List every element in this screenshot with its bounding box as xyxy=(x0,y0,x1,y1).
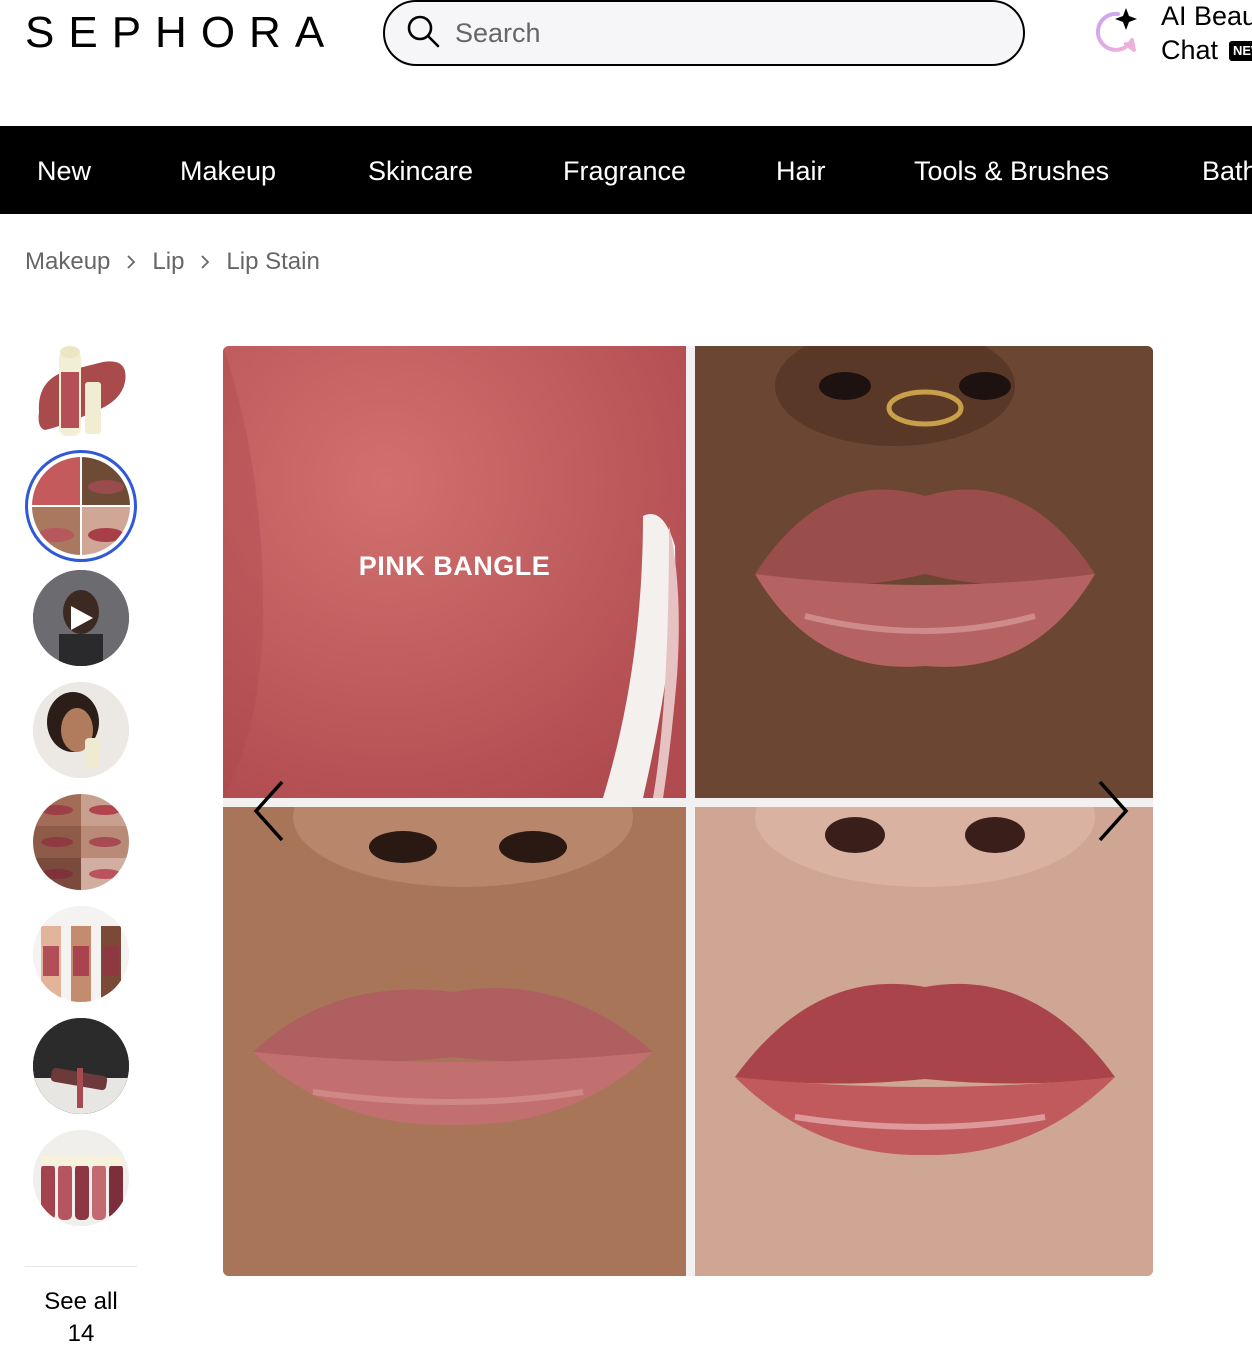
nav-item-new[interactable]: New xyxy=(37,126,91,214)
breadcrumb-lip[interactable]: Lip xyxy=(152,248,184,276)
nav-item-fragrance[interactable]: Fragrance xyxy=(563,126,686,214)
nav-item-makeup[interactable]: Makeup xyxy=(180,126,276,214)
thumbnail-product-shot[interactable] xyxy=(33,342,129,438)
breadcrumb-lip-stain[interactable]: Lip Stain xyxy=(226,248,319,276)
next-image-button[interactable] xyxy=(1090,776,1134,846)
ai-beauty-chat-button[interactable]: AI Beauty Chat NEW xyxy=(1088,0,1252,70)
chevron-right-icon xyxy=(126,254,136,270)
thumbnail-arm-swatches[interactable] xyxy=(33,906,129,1002)
lip-swatch-light-skin xyxy=(695,807,1153,1276)
sephora-logo[interactable]: SEPHORA xyxy=(25,8,338,58)
nav-item-tools-brushes[interactable]: Tools & Brushes xyxy=(914,126,1109,214)
previous-image-button[interactable] xyxy=(248,776,292,846)
thumbnail-model-portrait[interactable] xyxy=(33,682,129,778)
thumbnail-shade-lineup[interactable] xyxy=(33,1130,129,1226)
thumbnail-swatch-grid[interactable] xyxy=(25,450,137,562)
search-bar[interactable] xyxy=(383,0,1025,66)
search-input[interactable] xyxy=(455,17,995,49)
see-all-count: 14 xyxy=(67,1320,95,1347)
chevron-left-icon xyxy=(248,780,292,850)
shade-swatch-panel: PINK BANGLE xyxy=(223,346,686,798)
new-badge: NEW xyxy=(1229,41,1252,61)
breadcrumb-makeup[interactable]: Makeup xyxy=(25,248,110,276)
nav-item-hair[interactable]: Hair xyxy=(776,126,826,214)
search-icon xyxy=(405,13,441,54)
ai-chat-label-line1: AI Beauty xyxy=(1161,1,1252,31)
thumbnail-shade-comparison[interactable] xyxy=(33,794,129,890)
play-icon xyxy=(69,604,95,637)
chevron-right-icon xyxy=(200,254,210,270)
see-all-label: See all xyxy=(44,1288,118,1315)
see-all-button[interactable]: See all 14 xyxy=(25,1286,137,1350)
shade-name-label: PINK BANGLE xyxy=(358,551,551,581)
nav-item-bath-body[interactable]: Bath & Body xyxy=(1202,126,1252,214)
lip-swatch-deep-skin xyxy=(695,346,1153,798)
main-product-image[interactable]: PINK BANGLE xyxy=(223,346,1153,1276)
lip-swatch-medium-skin xyxy=(223,807,686,1276)
thumbnail-divider xyxy=(25,1266,137,1267)
ai-chat-label-line2: Chat xyxy=(1161,35,1219,65)
thumbnail-model-video[interactable] xyxy=(33,570,129,666)
breadcrumb: Makeup Lip Lip Stain xyxy=(25,248,320,276)
chevron-right-icon xyxy=(1090,780,1134,850)
main-nav: New Makeup Skincare Fragrance Hair Tools… xyxy=(0,126,1252,214)
ai-sparkle-chat-icon xyxy=(1090,6,1142,58)
nav-item-skincare[interactable]: Skincare xyxy=(368,126,473,214)
thumbnail-how-to-wear[interactable] xyxy=(33,1018,129,1114)
